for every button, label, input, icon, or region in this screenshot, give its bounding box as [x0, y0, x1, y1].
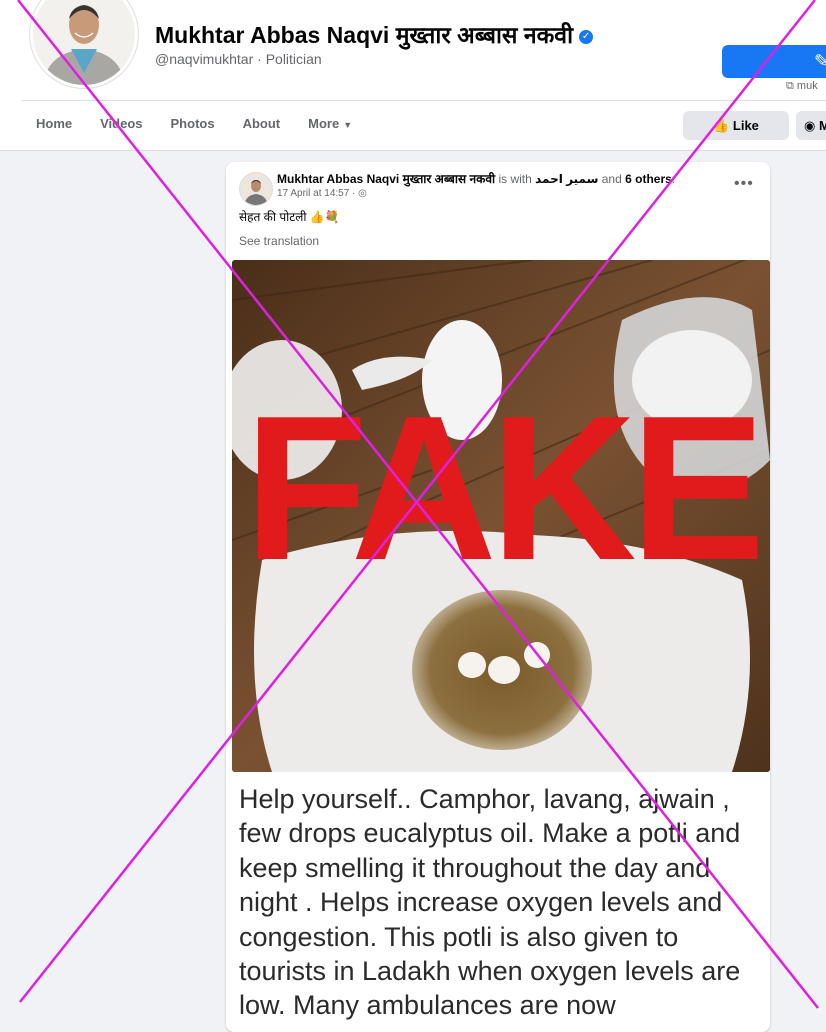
post-photo[interactable]: FAKE	[232, 260, 770, 772]
like-label: Like	[732, 118, 759, 133]
post-timestamp[interactable]: 17 April at 14:57 · ◎	[277, 188, 367, 199]
post-author-name[interactable]: Mukhtar Abbas Naqvi मुख्तार अब्बास नकवी	[277, 172, 495, 186]
see-translation-link[interactable]: See translation	[239, 234, 319, 248]
messenger-label: M	[818, 118, 826, 133]
profile-picture[interactable]	[30, 0, 138, 88]
post-date: 17 April at 14:57 ·	[277, 188, 359, 199]
thumbs-up-icon: 👍	[713, 118, 730, 133]
tab-videos[interactable]: Videos	[86, 101, 156, 149]
with-text: is with	[495, 172, 536, 186]
tagged-others[interactable]: 6 others	[625, 172, 672, 186]
pencil-icon: ✎	[814, 51, 826, 71]
tagged-person[interactable]: سمیر احمد	[535, 172, 598, 186]
tab-more-label: More	[308, 116, 340, 131]
post-author-avatar[interactable]	[239, 172, 273, 206]
page-name-text: Mukhtar Abbas Naqvi मुख्तार अब्बास नकवी	[155, 22, 574, 48]
like-page-button[interactable]: 👍 Like	[683, 111, 789, 140]
author-period: .	[671, 172, 676, 186]
tab-home[interactable]: Home	[22, 101, 86, 149]
chevron-down-icon: ▼	[343, 120, 353, 130]
post-text: सेहत की पोटली 👍💐	[239, 210, 340, 224]
page-header: Mukhtar Abbas Naqvi मुख्तार अब्बास नकवी ✓…	[0, 0, 826, 151]
tab-photos[interactable]: Photos	[157, 101, 229, 149]
external-link-text: muk	[796, 80, 818, 92]
messenger-button[interactable]: ◉ M	[796, 111, 826, 140]
page-title: Mukhtar Abbas Naqvi मुख्तार अब्बास नकवी ✓	[155, 18, 594, 50]
post-options-icon[interactable]: •••	[734, 175, 754, 193]
external-link-icon: ⧉	[786, 80, 797, 92]
post-author-line: Mukhtar Abbas Naqvi मुख्तार अब्बास नकवी …	[277, 170, 675, 187]
page-tabs: Home Videos Photos About More ▼	[22, 101, 366, 149]
page-handle: @naqvimukhtar · Politician	[155, 51, 322, 67]
globe-icon: ◎	[358, 188, 367, 199]
post-card: Mukhtar Abbas Naqvi मुख्तार अब्बास नकवी …	[226, 162, 770, 1032]
tab-more[interactable]: More ▼	[294, 101, 366, 149]
image-caption-text: Help yourself.. Camphor, lavang, ajwain …	[239, 784, 741, 1021]
fake-stamp: FAKE	[244, 373, 766, 603]
edit-button[interactable]: ✎	[722, 45, 826, 78]
and-text: and	[598, 172, 626, 186]
messenger-icon: ◉	[804, 118, 816, 133]
verified-badge-icon: ✓	[579, 29, 594, 44]
external-link[interactable]: ⧉ muk	[786, 80, 818, 93]
tab-about[interactable]: About	[229, 101, 295, 149]
